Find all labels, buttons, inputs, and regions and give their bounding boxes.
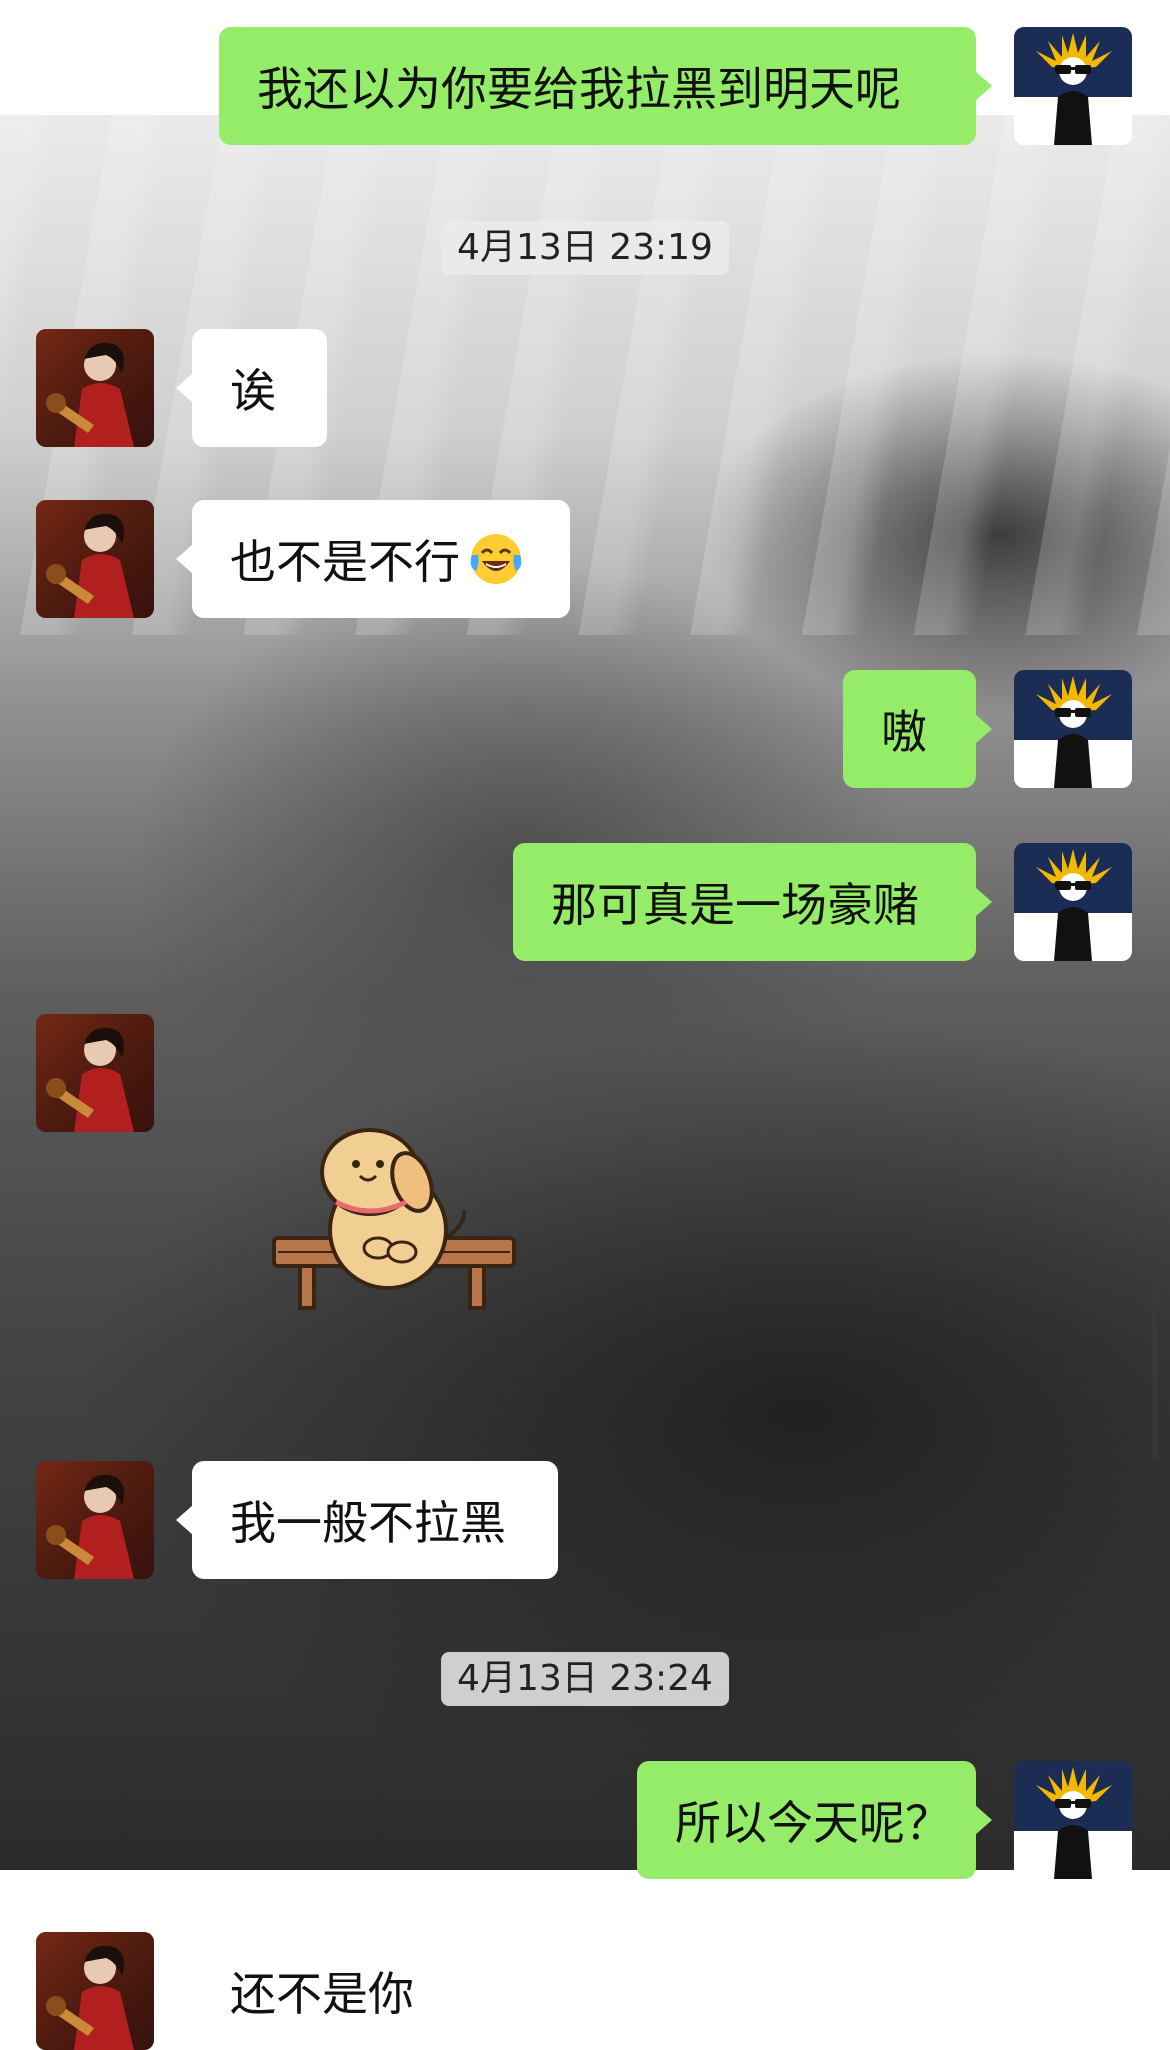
message-text: 那可真是一场豪赌 bbox=[551, 878, 919, 932]
contact-avatar[interactable] bbox=[36, 1932, 154, 2050]
outgoing-message-bubble[interactable]: 我还以为你要给我拉黑到明天呢 bbox=[219, 27, 992, 145]
incoming-message-bubble[interactable]: 诶 bbox=[176, 329, 327, 447]
laughing-tears-emoji-icon bbox=[468, 531, 524, 587]
message-text: 我一般不拉黑 bbox=[230, 1496, 506, 1550]
scrollbar[interactable] bbox=[1152, 1240, 1158, 1460]
my-avatar[interactable] bbox=[1014, 843, 1132, 961]
incoming-message-bubble[interactable]: 我一般不拉黑 bbox=[176, 1461, 558, 1579]
contact-avatar[interactable] bbox=[36, 1014, 154, 1132]
incoming-message-bubble[interactable]: 还不是你 bbox=[176, 1932, 460, 2050]
my-avatar[interactable] bbox=[1014, 670, 1132, 788]
dog-on-bench-sticker[interactable] bbox=[270, 1120, 530, 1350]
contact-avatar[interactable] bbox=[36, 500, 154, 618]
outgoing-message-bubble[interactable]: 所以今天呢？ bbox=[637, 1761, 992, 1879]
contact-avatar[interactable] bbox=[36, 329, 154, 447]
message-text: 所以今天呢？ bbox=[675, 1796, 951, 1850]
message-text: 嗷 bbox=[881, 705, 927, 759]
my-avatar[interactable] bbox=[1014, 1761, 1132, 1879]
outgoing-message-bubble[interactable]: 那可真是一场豪赌 bbox=[513, 843, 992, 961]
incoming-message-bubble[interactable]: 也不是不行 bbox=[176, 500, 570, 618]
message-text: 也不是不行 bbox=[230, 535, 460, 589]
my-avatar[interactable] bbox=[1014, 27, 1132, 145]
message-text: 还不是你 bbox=[230, 1967, 414, 2021]
timestamp-badge: 4月13日 23:24 bbox=[441, 1652, 729, 1706]
contact-avatar[interactable] bbox=[36, 1461, 154, 1579]
outgoing-message-bubble[interactable]: 嗷 bbox=[843, 670, 992, 788]
message-text: 我还以为你要给我拉黑到明天呢 bbox=[257, 62, 901, 116]
timestamp-badge: 4月13日 23:19 bbox=[441, 221, 729, 275]
message-text: 诶 bbox=[230, 364, 276, 418]
